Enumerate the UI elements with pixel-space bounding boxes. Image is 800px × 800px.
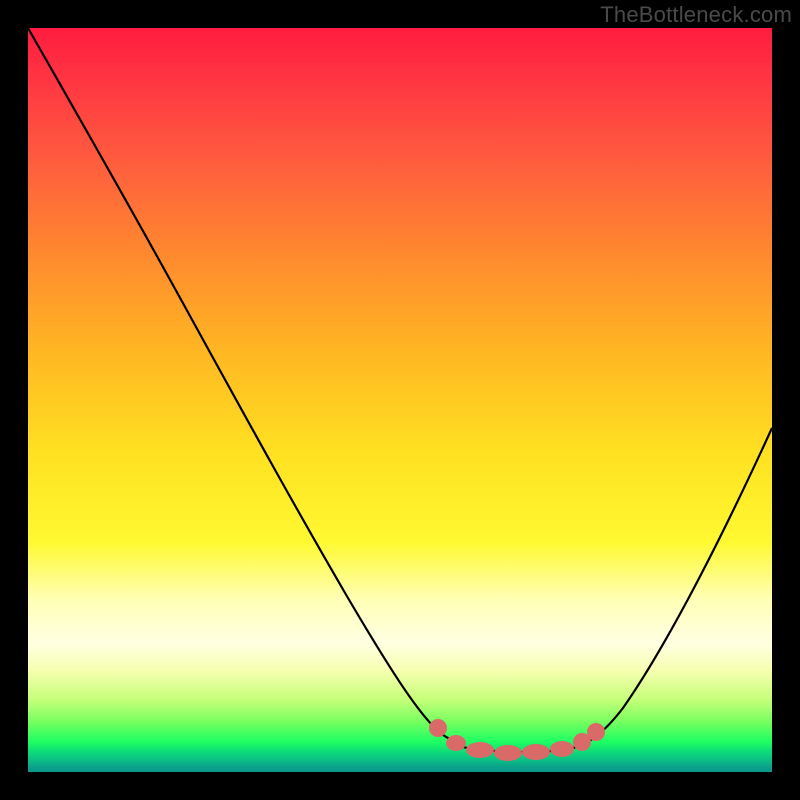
watermark-text: TheBottleneck.com xyxy=(600,2,792,28)
highlight-dots xyxy=(429,719,605,761)
chart-frame: TheBottleneck.com xyxy=(0,0,800,800)
bottleneck-curve xyxy=(28,28,772,752)
curve-svg xyxy=(28,28,772,772)
plot-area xyxy=(28,28,772,772)
